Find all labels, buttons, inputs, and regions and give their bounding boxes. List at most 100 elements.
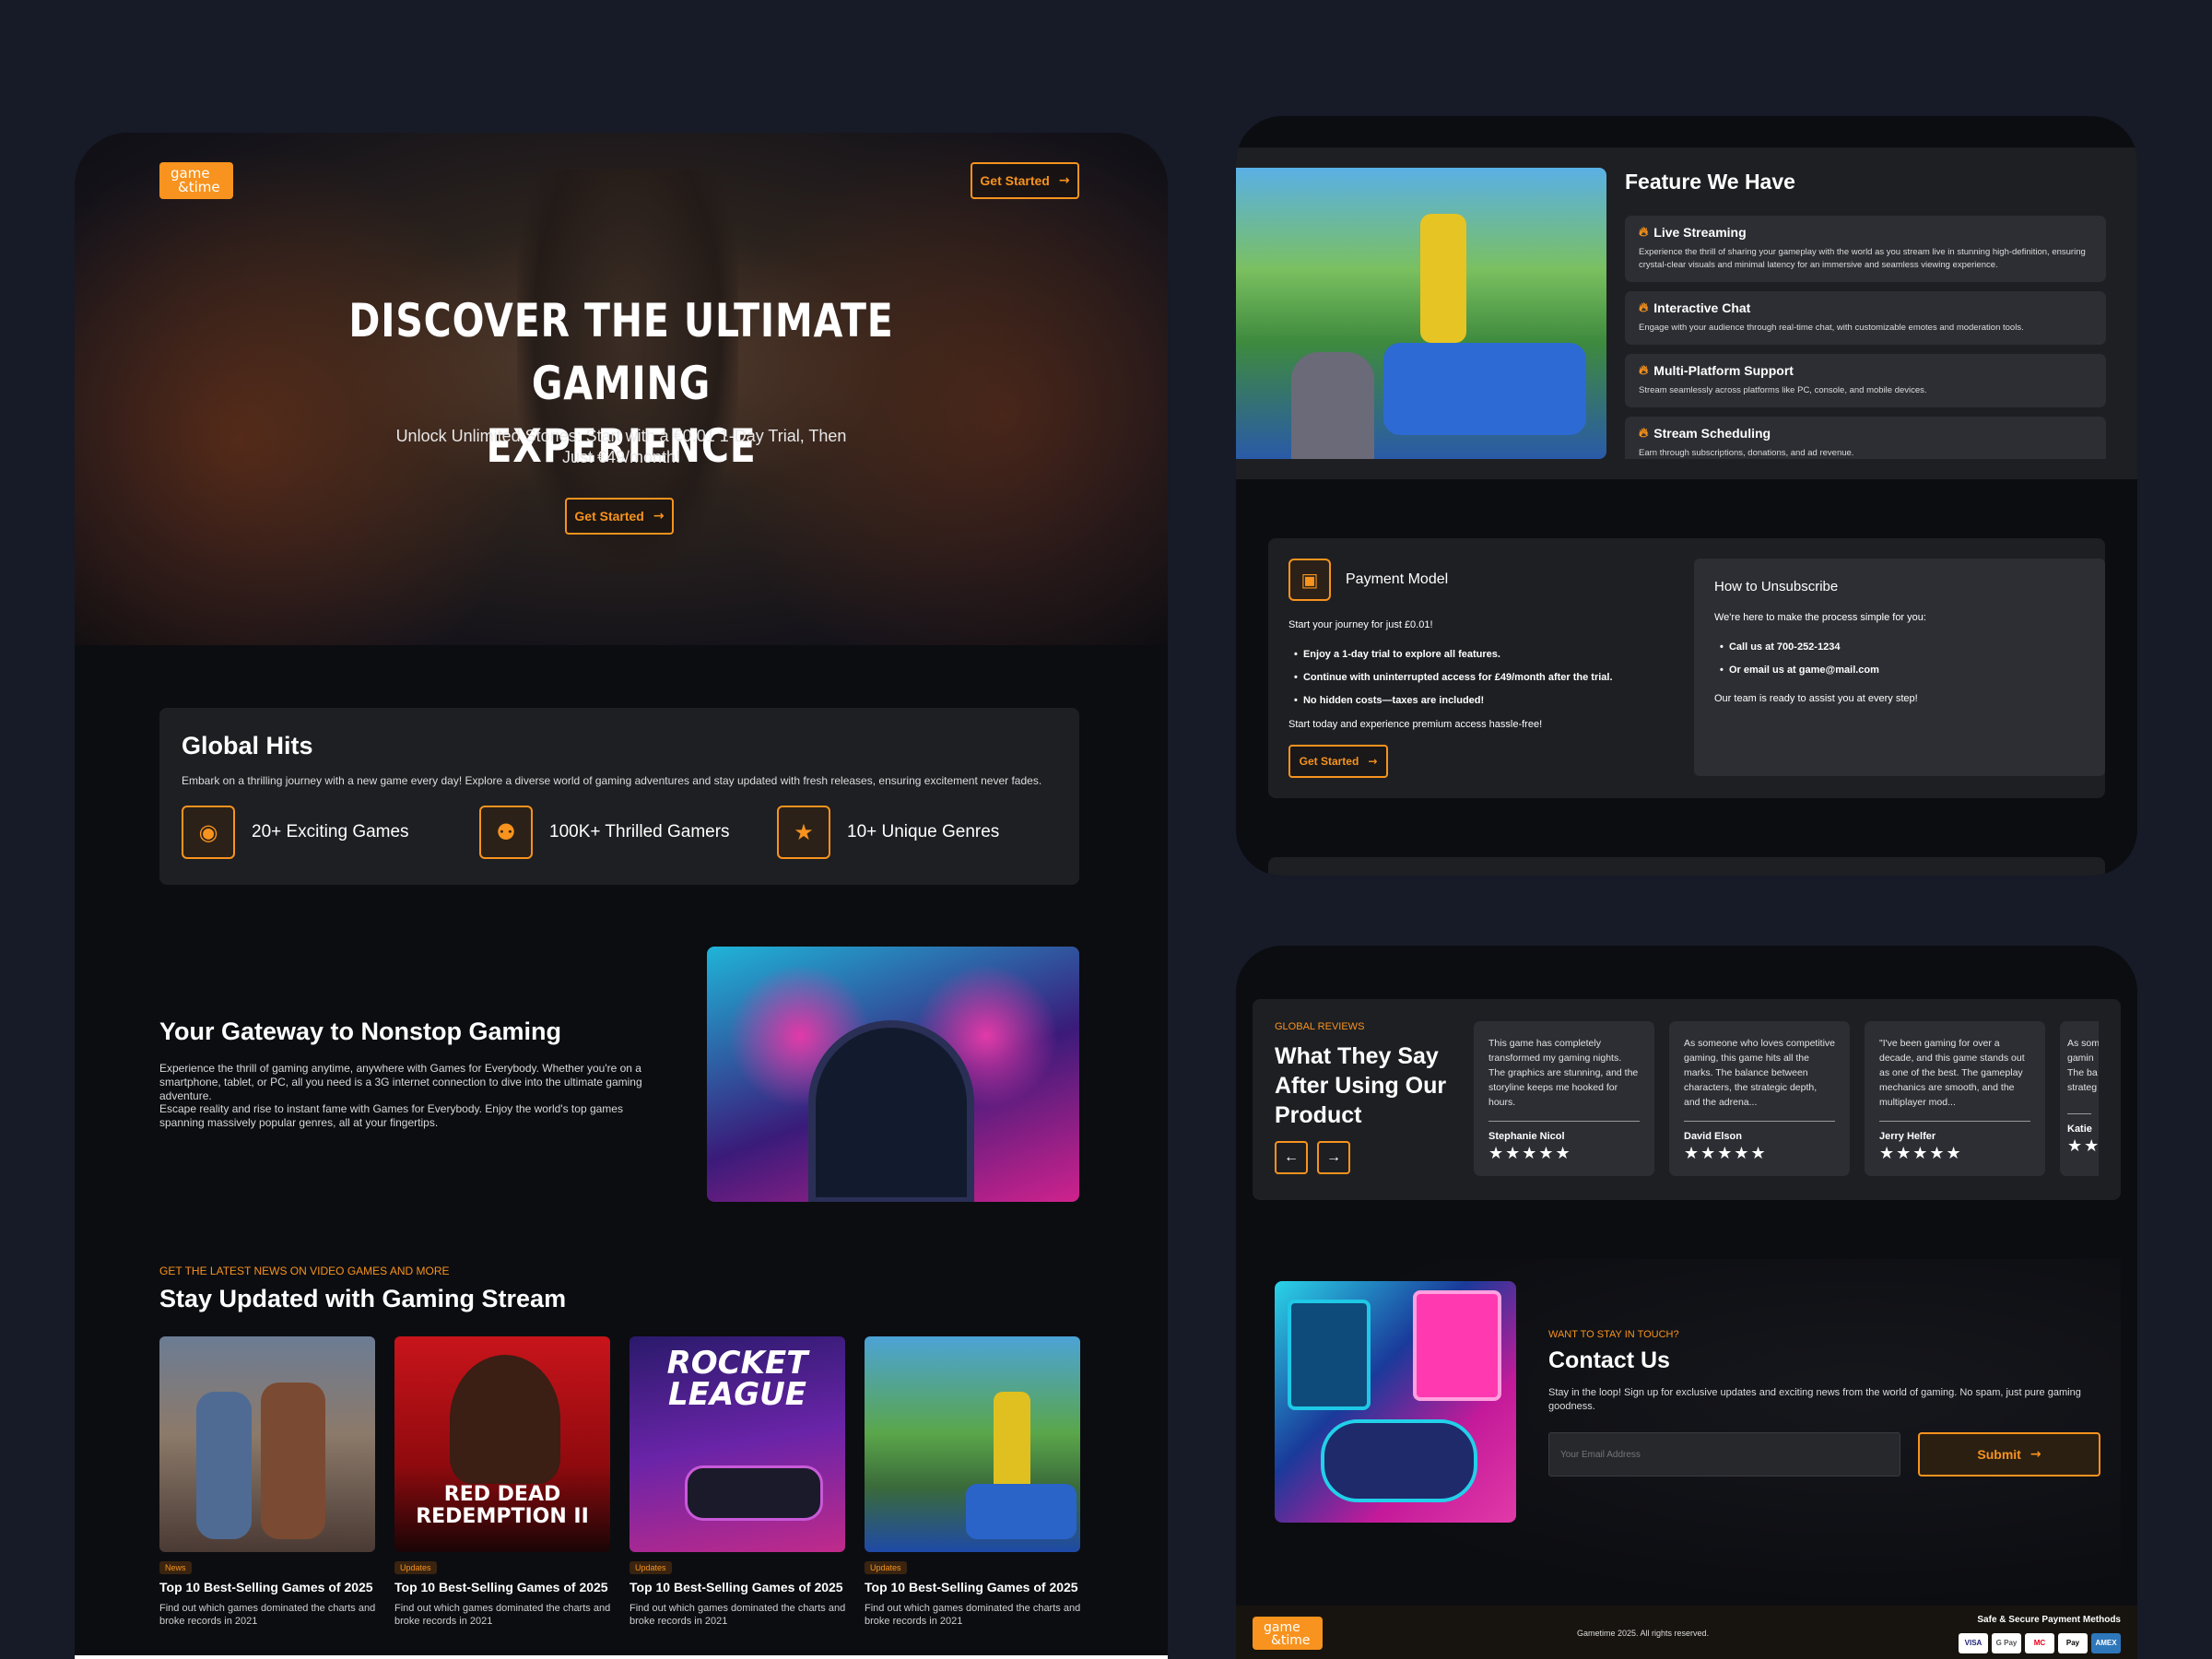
reviews-prev-button[interactable]: ← <box>1275 1141 1308 1174</box>
car-shape <box>966 1484 1077 1539</box>
payment-outro: Start today and experience premium acces… <box>1288 719 1543 730</box>
news-item-description: Find out which games dominated the chart… <box>865 1603 1081 1627</box>
review-card-partial: As som gamin The ba strateg Katie★★★★★ <box>2060 1021 2099 1176</box>
footer-logo[interactable]: game &time <box>1253 1617 1323 1650</box>
payment-intro: Start your journey for just £0.01! <box>1288 619 1433 630</box>
news-item-description: Find out which games dominated the chart… <box>159 1603 376 1627</box>
divider <box>1879 1121 2030 1122</box>
logo-text: game <box>1264 1620 1300 1635</box>
global-hits-card: Global Hits Embark on a thrilling journe… <box>159 708 1079 885</box>
stat-label: 10+ Unique Genres <box>847 822 1000 841</box>
news-item-title[interactable]: Top 10 Best-Selling Games of 2025 <box>629 1580 851 1594</box>
news-image-overwatch[interactable] <box>159 1336 375 1552</box>
unsubscribe-outro: Our team is ready to assist you at every… <box>1714 693 1918 704</box>
contact-eyebrow: WANT TO STAY IN TOUCH? <box>1548 1329 1679 1340</box>
news-image-red-dead[interactable]: RED DEAD REDEMPTION II <box>394 1336 610 1552</box>
submit-button[interactable]: Submit → <box>1918 1432 2100 1477</box>
hero-section: game &time Get Started → DISCOVER THE ULTI… <box>75 133 1168 645</box>
game-logo-text: ROCKET LEAGUE <box>666 1345 808 1413</box>
feature-title: Stream Scheduling <box>1653 425 1771 441</box>
monitor-shape <box>1288 1300 1371 1410</box>
review-card: "I've been gaming for over a decade, and… <box>1865 1021 2045 1176</box>
features-payment-panel: Feature We Have 🔥︎ Live Streaming Experien… <box>1236 116 2137 876</box>
reviews-next-button[interactable]: → <box>1317 1141 1350 1174</box>
fire-icon: 🔥︎ <box>1639 224 1649 239</box>
news-title: Stay Updated with Gaming Stream <box>159 1285 567 1312</box>
arrow-right-icon: → <box>653 509 665 524</box>
brand-logo[interactable]: game &time <box>159 162 233 199</box>
divider <box>1684 1121 1835 1122</box>
character-shape <box>196 1392 252 1539</box>
news-image-rocket-league[interactable]: ROCKET LEAGUE <box>629 1336 845 1552</box>
news-tag: Updates <box>629 1561 672 1574</box>
news-item-title[interactable]: Top 10 Best-Selling Games of 2025 <box>394 1580 616 1594</box>
phone-contact[interactable]: Call us at 700-252-1234 <box>1729 641 1840 653</box>
news-image-fortnite[interactable] <box>865 1336 1080 1552</box>
fire-icon: 🔥︎ <box>1639 362 1649 377</box>
reviews-title: What They Say After Using Our Product <box>1275 1043 1447 1128</box>
news-item-description: Find out which games dominated the chart… <box>394 1603 611 1627</box>
hero-subtitle: Unlock Unlimited Stories: Start with a €… <box>395 427 847 466</box>
news-tag: Updates <box>394 1561 437 1574</box>
feature-title: Interactive Chat <box>1653 300 1751 315</box>
wallet-icon: ▣ <box>1288 559 1331 601</box>
feature-live-streaming: 🔥︎ Live Streaming Experience the thrill of… <box>1625 216 2106 282</box>
review-text: This game has completely transformed my … <box>1488 1038 1639 1108</box>
review-text: As someone who loves competitive gaming,… <box>1684 1038 1835 1108</box>
payment-bullet: Continue with uninterrupted access for £… <box>1302 672 1613 683</box>
feature-fortnite-image <box>1236 168 1606 459</box>
section-title: Global Hits <box>182 732 313 759</box>
button-label: Get Started <box>980 173 1050 188</box>
stat-gamers: ⚉ 100K+ Thrilled Gamers <box>479 806 730 859</box>
star-rating-icon: ★★★★★ <box>2067 1136 2099 1155</box>
feature-interactive-chat: 🔥︎ Interactive Chat Engage with your audie… <box>1625 291 2106 345</box>
review-card: This game has completely transformed my … <box>1474 1021 1654 1176</box>
button-label: Submit <box>1977 1447 2021 1462</box>
hero-get-started-button[interactable]: Get Started → <box>565 498 674 535</box>
divider <box>2067 1113 2091 1114</box>
reviews-eyebrow: GLOBAL REVIEWS <box>1275 1021 1365 1032</box>
star-rating-icon: ★★★★★ <box>1879 1144 1963 1162</box>
button-label: Get Started <box>574 509 644 524</box>
payment-get-started-button[interactable]: Get Started → <box>1288 745 1388 778</box>
payment-bullet-list: • Enjoy a 1-day trial to explore all fea… <box>1294 649 1613 706</box>
stat-label: 100K+ Thrilled Gamers <box>549 822 730 841</box>
next-section-card <box>1268 857 2105 876</box>
feature-multi-platform: 🔥︎ Multi-Platform Support Stream seamlessl… <box>1625 354 2106 407</box>
gamepad-shape <box>1321 1419 1477 1502</box>
amex-icon: AMEX <box>2091 1633 2121 1653</box>
car-shape <box>685 1465 823 1521</box>
email-input[interactable] <box>1548 1432 1900 1477</box>
arrow-right-icon: → <box>1326 1149 1341 1165</box>
header-get-started-button[interactable]: Get Started → <box>971 162 1079 199</box>
cowboy-shape <box>450 1355 560 1484</box>
feature-description: Stream seamlessly across platforms like … <box>1639 385 1927 395</box>
mastercard-icon: MC <box>2025 1633 2054 1653</box>
news-item-title[interactable]: Top 10 Best-Selling Games of 2025 <box>865 1580 1086 1594</box>
gamepad-icon: ◉ <box>182 806 235 859</box>
news-item-title[interactable]: Top 10 Best-Selling Games of 2025 <box>159 1580 381 1594</box>
bottom-scrollbar[interactable] <box>75 1655 1168 1659</box>
feature-description: Experience the thrill of sharing your ga… <box>1639 247 2086 270</box>
unsubscribe-card: How to Unsubscribe We're here to make th… <box>1694 559 2105 776</box>
payment-title: Payment Model <box>1346 571 1449 587</box>
feature-title: Multi-Platform Support <box>1653 362 1794 378</box>
payment-card: ▣ Payment Model Start your journey for j… <box>1268 538 2105 798</box>
payment-methods: VISA G Pay MC Pay AMEX <box>1955 1633 2121 1653</box>
divider <box>1488 1121 1640 1122</box>
character-shape <box>1420 214 1466 343</box>
email-contact[interactable]: Or email us at game@mail.com <box>1729 665 1879 676</box>
reviewer-name: Katie <box>2067 1124 2092 1135</box>
gamer-head-shape <box>808 1020 974 1202</box>
logo-text: &time <box>1271 1633 1311 1648</box>
unsubscribe-intro: We're here to make the process simple fo… <box>1714 612 1926 623</box>
footer: game &time Gametime 2025. All rights rese… <box>1236 1606 2137 1659</box>
stat-games: ◉ 20+ Exciting Games <box>182 806 409 859</box>
gateway-paragraph: Escape reality and rise to instant fame … <box>159 1102 623 1129</box>
unsubscribe-contacts: • Call us at 700-252-1234 • Or email us … <box>1720 641 1879 676</box>
arrow-right-icon: → <box>1368 755 1378 768</box>
star-rating-icon: ★★★★★ <box>1684 1144 1768 1162</box>
feature-description: Engage with your audience through real-t… <box>1639 323 2024 333</box>
news-eyebrow: GET THE LATEST NEWS ON VIDEO GAMES AND M… <box>159 1265 450 1277</box>
feature-stream-scheduling: 🔥︎ Stream Scheduling Earn through subscrip… <box>1625 417 2106 459</box>
